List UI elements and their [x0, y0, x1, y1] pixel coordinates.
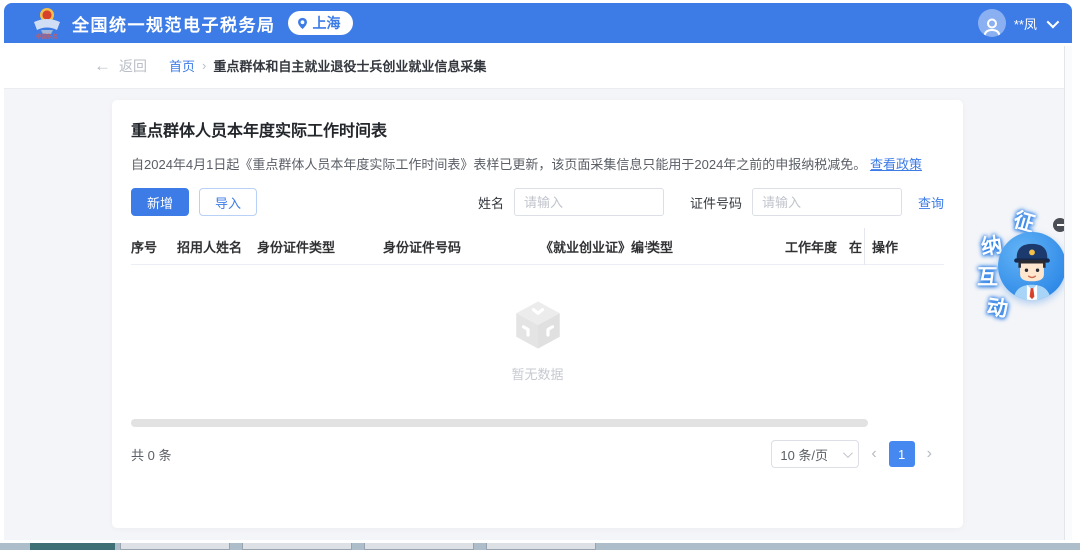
empty-text: 暂无数据 — [511, 366, 564, 382]
col-truncated: 在 — [849, 239, 863, 255]
notice-text: 自2024年4月1日起《重点群体人员本年度实际工作时间表》表样已更新，该页面采集… — [131, 154, 944, 173]
page-size-select[interactable]: 10 条/页 — [771, 440, 860, 468]
col-employee-name: 招用人姓名 — [177, 239, 243, 255]
mascot-officer-icon — [1013, 243, 1051, 300]
person-icon — [983, 18, 1001, 37]
empty-box-icon — [515, 300, 560, 349]
import-button[interactable]: 导入 — [199, 188, 258, 216]
next-page-button[interactable]: › — [915, 445, 944, 463]
query-button[interactable]: 查询 — [918, 193, 944, 212]
prev-page-button[interactable]: ‹ — [859, 445, 888, 463]
col-id-number: 身份证件号码 — [383, 239, 462, 255]
add-button[interactable]: 新增 — [131, 188, 190, 216]
pagination: 10 条/页 ‹ 1 › — [771, 440, 944, 468]
minus-icon — [1056, 224, 1064, 226]
taskbar-item — [120, 543, 230, 550]
name-input[interactable] — [513, 188, 664, 216]
breadcrumb-separator: › — [202, 58, 207, 73]
assistant-char-dong[interactable]: 动 — [985, 291, 1010, 324]
app-header: 中国税务 全国统一规范电子税务局 上海 **凤 — [4, 3, 1072, 43]
back-arrow-icon[interactable]: ← — [94, 56, 111, 76]
col-cert-number: 《就业创业证》编号 — [540, 239, 647, 255]
breadcrumb-home[interactable]: 首页 — [169, 56, 195, 75]
table-footer: 共 0 条 10 条/页 ‹ 1 › — [131, 440, 944, 468]
page-size-value: 10 条/页 — [780, 447, 829, 463]
name-label: 姓名 — [477, 195, 504, 211]
total-count: 共 0 条 — [131, 447, 172, 463]
assistant-mascot[interactable] — [998, 232, 1066, 300]
table-empty-state: 暂无数据 — [131, 265, 944, 413]
col-work-year: 工作年度 — [785, 239, 838, 255]
col-seq: 序号 — [131, 239, 158, 255]
id-number-input[interactable] — [751, 188, 902, 216]
col-actions: 操作 — [864, 227, 944, 265]
col-type: 类型 — [647, 239, 674, 255]
chevron-down-icon — [1046, 15, 1060, 28]
screen: 中国税务 全国统一规范电子税务局 上海 **凤 ← 返回 首页 › 重点群体和自… — [0, 0, 1080, 550]
tax-assistant-widget[interactable]: 征 纳 互 动 — [968, 208, 1070, 326]
app-title: 全国统一规范电子税务局 — [72, 15, 276, 35]
horizontal-scrollbar[interactable] — [131, 419, 868, 427]
main-card: 重点群体人员本年度实际工作时间表 自2024年4月1日起《重点群体人员本年度实际… — [112, 100, 963, 528]
toolbar: 新增 导入 姓名 证件号码 查询 — [131, 188, 944, 216]
user-name: **凤 — [1013, 16, 1037, 32]
browser-page: 中国税务 全国统一规范电子税务局 上海 **凤 ← 返回 首页 › 重点群体和自… — [4, 3, 1072, 540]
location-label: 上海 — [312, 15, 341, 31]
taskbar-accent — [30, 543, 115, 550]
table-header-row: 序号 招用人姓名 身份证件类型 身份证件号码 《就业创业证》编号 类型 工作年度… — [131, 227, 944, 265]
page-title: 重点群体人员本年度实际工作时间表 — [131, 123, 388, 140]
col-id-type: 身份证件类型 — [257, 239, 336, 255]
taskbar — [0, 543, 1080, 550]
taskbar-item — [486, 543, 596, 550]
page-scrollbar-track[interactable] — [1064, 46, 1072, 540]
select-caret-icon — [843, 447, 854, 458]
user-avatar[interactable] — [977, 9, 1006, 37]
taskbar-item — [364, 543, 474, 550]
breadcrumb: ← 返回 首页 › 重点群体和自主就业退役士兵创业就业信息采集 — [4, 43, 1072, 89]
taskbar-item — [242, 543, 352, 550]
back-button[interactable]: 返回 — [119, 56, 147, 76]
location-selector[interactable]: 上海 — [287, 11, 353, 35]
page-content: 重点群体人员本年度实际工作时间表 自2024年4月1日起《重点群体人员本年度实际… — [4, 89, 1072, 539]
search-group: 姓名 证件号码 查询 — [478, 188, 944, 216]
notice-body: 自2024年4月1日起《重点群体人员本年度实际工作时间表》表样已更新，该页面采集… — [131, 157, 867, 172]
user-menu[interactable]: **凤 — [977, 9, 1060, 37]
location-pin-icon — [297, 17, 307, 29]
view-policy-link[interactable]: 查看政策 — [870, 157, 922, 172]
page-number-1[interactable]: 1 — [888, 441, 915, 467]
assistant-char-hu[interactable]: 互 — [977, 261, 998, 291]
tax-bureau-logo-icon: 中国税务 — [34, 8, 60, 39]
breadcrumb-current: 重点群体和自主就业退役士兵创业就业信息采集 — [213, 59, 487, 74]
id-number-label: 证件号码 — [689, 195, 742, 211]
